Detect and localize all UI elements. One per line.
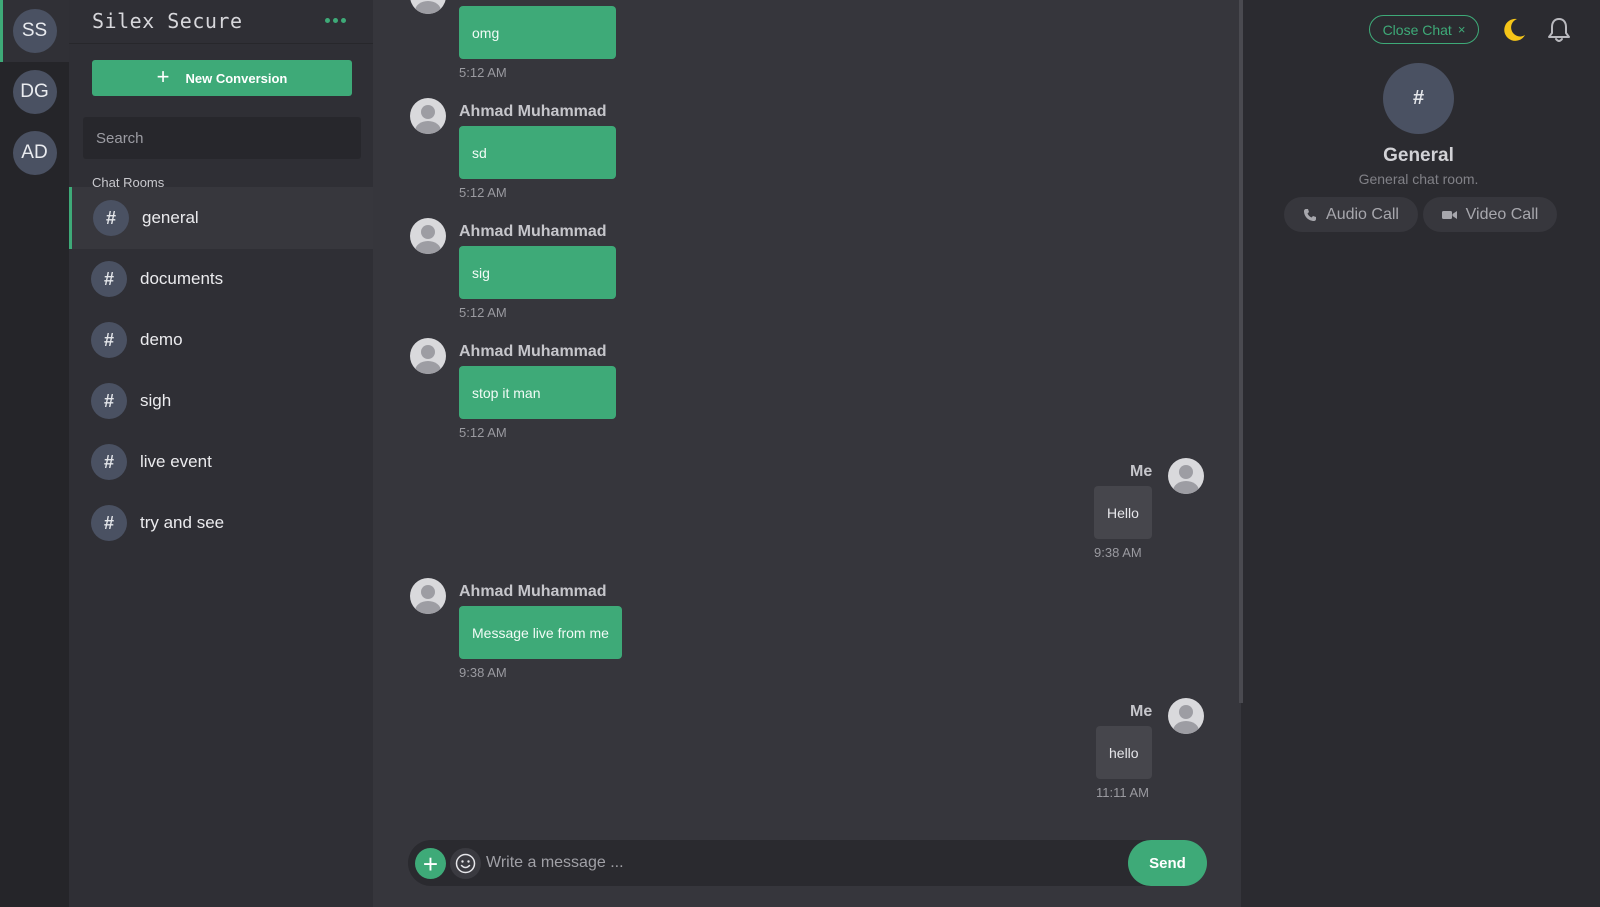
close-chat-label: Close Chat (1382, 21, 1452, 38)
message-sender: Ahmad Muhammad (459, 103, 607, 120)
message-sender: Ahmad Muhammad (459, 583, 607, 600)
hash-icon: # (91, 261, 127, 297)
send-button[interactable]: Send (1128, 840, 1207, 886)
room-info-panel: Close Chat × # General General chat room… (1243, 0, 1600, 907)
moon-icon[interactable] (1498, 16, 1528, 44)
message-composer: + Send (408, 840, 1207, 886)
audio-call-label: Audio Call (1326, 205, 1399, 223)
user-avatar-icon (1168, 698, 1204, 734)
room-item-sigh[interactable]: # sigh (69, 370, 373, 432)
workspace-avatar: SS (12, 9, 57, 53)
message-bubble: omg (459, 6, 616, 59)
hash-icon: # (91, 444, 127, 480)
smiley-icon[interactable] (450, 848, 481, 879)
close-chat-button[interactable]: Close Chat × (1369, 15, 1479, 44)
sidebar: Silex Secure + New Conversion Chat Rooms… (69, 0, 373, 907)
room-name: demo (140, 330, 183, 349)
message-bubble: Message live from me (459, 606, 622, 659)
phone-icon (1303, 208, 1317, 222)
room-item-live-event[interactable]: # live event (69, 431, 373, 493)
brand-title: Silex Secure (92, 9, 243, 33)
search-input[interactable] (83, 117, 361, 159)
message-time: 9:38 AM (1094, 545, 1142, 560)
message-sender: Me (1130, 703, 1153, 720)
room-name: general (142, 208, 199, 227)
message-time: 5:12 AM (459, 65, 507, 80)
user-avatar-icon (1168, 458, 1204, 494)
user-avatar-icon (410, 98, 446, 134)
message-time: 5:12 AM (459, 305, 507, 320)
user-avatar-icon (410, 0, 446, 14)
room-name: documents (140, 269, 224, 288)
video-call-button[interactable]: Video Call (1423, 197, 1557, 232)
close-icon: × (1457, 22, 1466, 37)
message-sender: Me (1130, 463, 1153, 480)
plus-icon[interactable]: + (415, 848, 446, 879)
room-name: try and see (140, 513, 225, 532)
hash-icon: # (1383, 63, 1454, 134)
message-time: 5:12 AM (459, 425, 507, 440)
hash-icon: # (91, 505, 127, 541)
message-sender: Ahmad Muhammad (459, 223, 607, 240)
room-item-demo[interactable]: # demo (69, 309, 373, 371)
plus-icon: + (156, 64, 170, 89)
workspace-avatar: DG (12, 70, 57, 114)
bell-icon[interactable] (1546, 16, 1572, 44)
workspace-rail: SS DG AD (0, 0, 69, 907)
user-avatar-icon (410, 218, 446, 254)
workspace-ss[interactable]: SS (0, 0, 69, 62)
message-time: 11:11 AM (1096, 785, 1149, 800)
video-camera-icon (1441, 209, 1457, 221)
workspace-dg[interactable]: DG (0, 61, 69, 123)
message-bubble: sd (459, 126, 616, 179)
workspace-ad[interactable]: AD (0, 122, 69, 184)
sidebar-header: Silex Secure (69, 0, 373, 44)
room-description: General chat room. (1358, 171, 1479, 187)
room-item-documents[interactable]: # documents (69, 248, 373, 310)
message-time: 5:12 AM (459, 185, 507, 200)
user-avatar-icon (410, 338, 446, 374)
hash-icon: # (93, 200, 129, 236)
room-title: General (1383, 145, 1454, 166)
more-options-icon[interactable] (325, 16, 349, 24)
new-conversion-button[interactable]: + New Conversion (92, 60, 352, 96)
video-call-label: Video Call (1465, 205, 1539, 223)
message-sender: Ahmad Muhammad (459, 343, 607, 360)
message-time: 9:38 AM (459, 665, 507, 680)
chat-area: omg 5:12 AM Ahmad Muhammad sd 5:12 AM Ah… (373, 0, 1241, 907)
room-name: sigh (140, 391, 172, 410)
room-name: live event (140, 452, 212, 471)
message-bubble: sig (459, 246, 616, 299)
audio-call-button[interactable]: Audio Call (1284, 197, 1418, 232)
room-item-general[interactable]: # general (69, 187, 373, 249)
user-avatar-icon (410, 578, 446, 614)
message-bubble: stop it man (459, 366, 616, 419)
message-input[interactable] (486, 846, 1106, 880)
workspace-avatar: AD (12, 131, 57, 175)
message-bubble: Hello (1094, 486, 1152, 539)
message-bubble: hello (1096, 726, 1152, 779)
new-conversion-label: New Conversion (185, 70, 288, 86)
room-item-try-and-see[interactable]: # try and see (69, 492, 373, 554)
hash-icon: # (91, 383, 127, 419)
hash-icon: # (91, 322, 127, 358)
